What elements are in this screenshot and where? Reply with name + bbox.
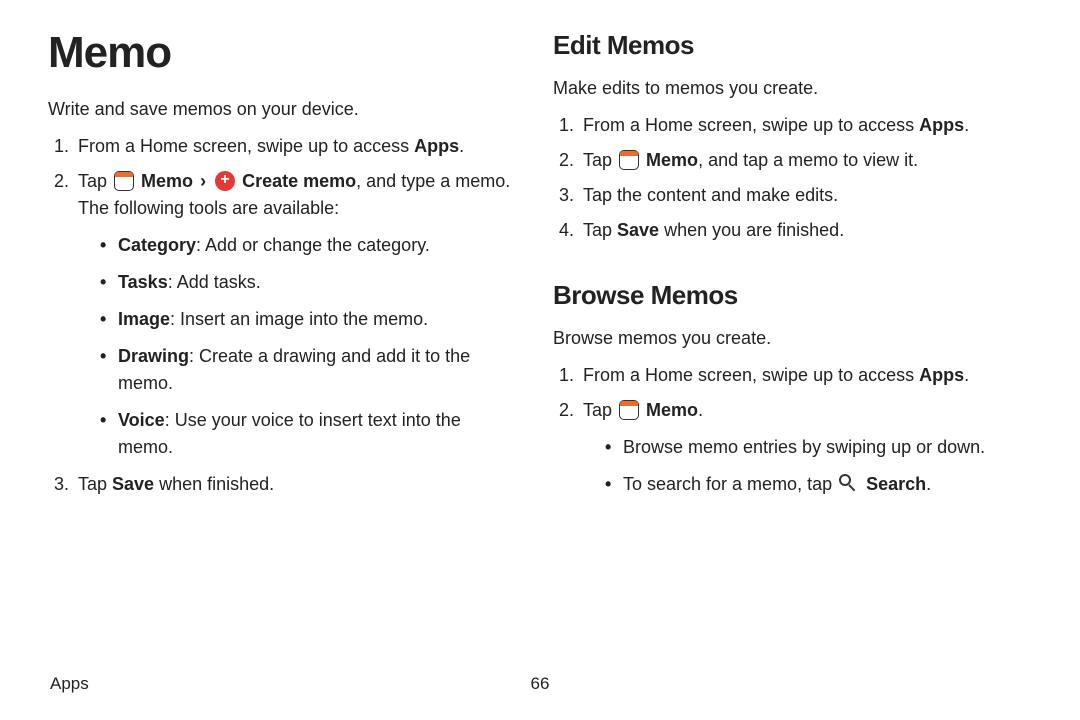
text: , and tap a memo to view it. bbox=[698, 150, 918, 170]
text: . bbox=[459, 136, 464, 156]
browse-bullet-swipe: Browse memo entries by swiping up or dow… bbox=[605, 434, 1022, 461]
search-icon bbox=[839, 474, 859, 494]
plus-icon bbox=[215, 171, 235, 191]
bold-apps: Apps bbox=[919, 115, 964, 135]
bold-apps: Apps bbox=[919, 365, 964, 385]
edit-step-3: Tap the content and make edits. bbox=[579, 182, 1022, 209]
browse-bullets: Browse memo entries by swiping up or dow… bbox=[583, 434, 1022, 498]
memo-intro: Write and save memos on your device. bbox=[48, 96, 517, 123]
browse-step-2: Tap Memo. Browse memo entries by swiping… bbox=[579, 397, 1022, 498]
memo-step-2: Tap Memo › Create memo, and type a memo.… bbox=[74, 168, 517, 461]
bold-memo: Memo bbox=[646, 400, 698, 420]
text: Tap bbox=[78, 171, 112, 191]
tool-drawing: Drawing: Create a drawing and add it to … bbox=[100, 343, 517, 397]
bold-memo: Memo bbox=[141, 171, 193, 191]
tool-tasks: Tasks: Add tasks. bbox=[100, 269, 517, 296]
edit-step-4: Tap Save when you are finished. bbox=[579, 217, 1022, 244]
memo-icon bbox=[114, 171, 134, 191]
edit-step-1: From a Home screen, swipe up to access A… bbox=[579, 112, 1022, 139]
browse-memos-intro: Browse memos you create. bbox=[553, 325, 1022, 352]
tool-desc: : Insert an image into the memo. bbox=[170, 309, 428, 329]
text: From a Home screen, swipe up to access bbox=[78, 136, 414, 156]
tool-desc: : Add tasks. bbox=[168, 272, 261, 292]
bold-create-memo: Create memo bbox=[242, 171, 356, 191]
page-title: Memo bbox=[48, 20, 517, 86]
edit-memos-title: Edit Memos bbox=[553, 26, 1022, 65]
text: . bbox=[964, 115, 969, 135]
text: To search for a memo, tap bbox=[623, 474, 837, 494]
browse-bullet-search: To search for a memo, tap Search. bbox=[605, 471, 1022, 498]
tool-label: Tasks bbox=[118, 272, 168, 292]
text: Tap bbox=[583, 150, 617, 170]
edit-step-2: Tap Memo, and tap a memo to view it. bbox=[579, 147, 1022, 174]
bold-search: Search bbox=[866, 474, 926, 494]
text: Tap bbox=[78, 474, 112, 494]
browse-step-1: From a Home screen, swipe up to access A… bbox=[579, 362, 1022, 389]
memo-icon bbox=[619, 400, 639, 420]
tool-desc: : Use your voice to insert text into the… bbox=[118, 410, 461, 457]
text: From a Home screen, swipe up to access bbox=[583, 115, 919, 135]
tools-list: Category: Add or change the category. Ta… bbox=[78, 232, 517, 461]
text: . bbox=[926, 474, 931, 494]
browse-memos-title: Browse Memos bbox=[553, 276, 1022, 315]
edit-memos-intro: Make edits to memos you create. bbox=[553, 75, 1022, 102]
page-body: Memo Write and save memos on your device… bbox=[0, 0, 1080, 660]
bold-memo: Memo bbox=[646, 150, 698, 170]
tool-desc: : Add or change the category. bbox=[196, 235, 430, 255]
left-column: Memo Write and save memos on your device… bbox=[30, 20, 535, 660]
memo-icon bbox=[619, 150, 639, 170]
bold-save: Save bbox=[617, 220, 659, 240]
memo-step-3: Tap Save when finished. bbox=[74, 471, 517, 498]
memo-steps-list: From a Home screen, swipe up to access A… bbox=[48, 133, 517, 498]
text: when you are finished. bbox=[659, 220, 844, 240]
edit-steps-list: From a Home screen, swipe up to access A… bbox=[553, 112, 1022, 244]
text: when finished. bbox=[154, 474, 274, 494]
tool-category: Category: Add or change the category. bbox=[100, 232, 517, 259]
tool-label: Category bbox=[118, 235, 196, 255]
memo-step-1: From a Home screen, swipe up to access A… bbox=[74, 133, 517, 160]
tool-label: Drawing bbox=[118, 346, 189, 366]
bold-save: Save bbox=[112, 474, 154, 494]
text: . bbox=[698, 400, 703, 420]
chevron-right-icon: › bbox=[198, 171, 208, 191]
bold-apps: Apps bbox=[414, 136, 459, 156]
browse-steps-list: From a Home screen, swipe up to access A… bbox=[553, 362, 1022, 498]
page-footer: Apps 66 bbox=[50, 671, 1030, 697]
text: From a Home screen, swipe up to access bbox=[583, 365, 919, 385]
footer-page-number: 66 bbox=[531, 671, 550, 697]
text: . bbox=[964, 365, 969, 385]
tool-label: Voice bbox=[118, 410, 165, 430]
footer-section: Apps bbox=[50, 671, 89, 697]
tool-label: Image bbox=[118, 309, 170, 329]
tool-image: Image: Insert an image into the memo. bbox=[100, 306, 517, 333]
text: Tap bbox=[583, 400, 617, 420]
right-column: Edit Memos Make edits to memos you creat… bbox=[535, 20, 1040, 660]
text: Tap bbox=[583, 220, 617, 240]
tool-voice: Voice: Use your voice to insert text int… bbox=[100, 407, 517, 461]
